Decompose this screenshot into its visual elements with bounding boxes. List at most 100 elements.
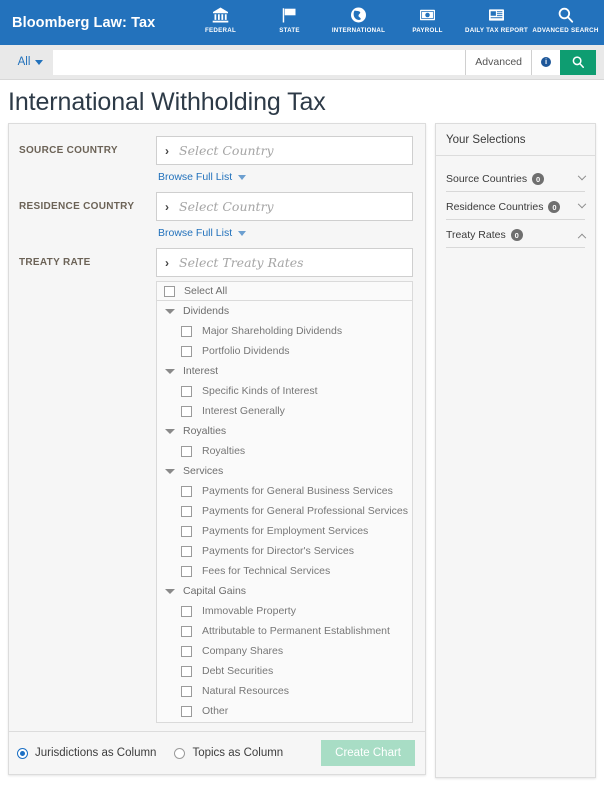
treaty-group-label: Capital Gains [183, 585, 247, 597]
radio-topics-label: Topics as Column [192, 747, 284, 759]
treaty-item-checkbox[interactable] [181, 405, 192, 417]
selection-section[interactable]: Residence Countries 0 [446, 192, 587, 220]
treaty-item-row[interactable]: Other [157, 701, 412, 721]
treaty-group-row[interactable]: Dividends [157, 301, 412, 321]
treaty-item-label: Natural Resources [202, 685, 289, 697]
search-scope-dropdown[interactable]: All [8, 50, 53, 75]
treaty-group-row[interactable]: Services [157, 461, 412, 481]
treaty-item-row[interactable]: Royalties [157, 441, 412, 461]
search-form-panel: SOURCE COUNTRY › Select Country Browse F… [8, 123, 426, 775]
info-icon: i [541, 57, 551, 67]
chevron-down-icon[interactable] [577, 171, 587, 181]
select-all-row[interactable]: Select All [156, 281, 413, 301]
selection-section[interactable]: Treaty Rates 0 [446, 220, 587, 248]
select-all-checkbox[interactable] [164, 285, 175, 297]
caret-down-icon[interactable] [165, 588, 175, 594]
treaty-group-label: Interest [183, 365, 219, 377]
radio-topics-as-column[interactable]: Topics as Column [174, 747, 283, 759]
selection-section[interactable]: Source Countries 0 [446, 164, 587, 192]
treaty-group-row[interactable]: Capital Gains [157, 581, 412, 601]
treaty-item-checkbox[interactable] [181, 665, 192, 677]
caret-down-icon[interactable] [165, 308, 175, 314]
selection-count-badge: 0 [548, 201, 561, 213]
source-country-placeholder: Select Country [179, 143, 274, 158]
globe-icon [349, 4, 368, 25]
treaty-rate-placeholder: Select Treaty Rates [179, 255, 304, 270]
page-title: International Withholding Tax [8, 88, 326, 116]
residence-country-placeholder: Select Country [179, 199, 274, 214]
source-country-label: SOURCE COUNTRY [19, 145, 118, 156]
treaty-item-label: Major Shareholding Dividends [202, 325, 343, 337]
chevron-up-icon[interactable] [577, 233, 587, 243]
treaty-item-checkbox[interactable] [181, 525, 192, 537]
treaty-item-row[interactable]: Debt Securities [157, 661, 412, 681]
treaty-item-row[interactable]: Payments for General Business Services [157, 481, 412, 501]
source-country-browse-link[interactable]: Browse Full List [158, 171, 247, 183]
caret-down-icon[interactable] [165, 368, 175, 374]
nav-item-federal[interactable]: FEDERAL [186, 0, 255, 35]
treaty-item-checkbox[interactable] [181, 685, 192, 697]
treaty-item-row[interactable]: Interest Generally [157, 401, 412, 421]
treaty-group-row[interactable]: Interest [157, 361, 412, 381]
brand-title: Bloomberg Law: Tax [12, 14, 156, 31]
radio-jurisdictions-dot[interactable] [17, 747, 28, 759]
form-area: SOURCE COUNTRY › Select Country Browse F… [9, 124, 425, 731]
caret-down-icon[interactable] [165, 468, 175, 474]
chevron-down-icon [35, 59, 44, 65]
treaty-item-checkbox[interactable] [181, 605, 192, 617]
treaty-item-label: Payments for Employment Services [202, 525, 369, 537]
search-scope-label: All [17, 56, 31, 68]
source-country-field-col: › Select Country Browse Full List [156, 136, 413, 192]
chevron-right-icon: › [165, 255, 169, 270]
advanced-search-link[interactable]: Advanced [465, 49, 531, 75]
treaty-item-checkbox[interactable] [181, 505, 192, 517]
treaty-item-row[interactable]: Natural Resources [157, 681, 412, 701]
treaty-item-checkbox[interactable] [181, 445, 192, 457]
radio-jurisdictions-as-column[interactable]: Jurisdictions as Column [17, 747, 156, 759]
nav-items: FEDERAL STATE INTERNATIONAL PAYROLL DAIL… [186, 0, 604, 45]
treaty-item-row[interactable]: Portfolio Dividends [157, 341, 412, 361]
selection-section-label: Residence Countries [446, 201, 544, 213]
search-input-wrapper[interactable] [53, 49, 466, 75]
treaty-rate-input[interactable]: › Select Treaty Rates [156, 248, 413, 277]
residence-country-input[interactable]: › Select Country [156, 192, 413, 221]
nav-item-advanced-search[interactable]: ADVANCED SEARCH [531, 0, 600, 35]
nav-item-payroll[interactable]: PAYROLL [393, 0, 462, 35]
treaty-item-checkbox[interactable] [181, 345, 192, 357]
treaty-item-row[interactable]: Company Shares [157, 641, 412, 661]
treaty-item-row[interactable]: Payments for Employment Services [157, 521, 412, 541]
chevron-down-icon[interactable] [577, 199, 587, 209]
nav-item-daily-tax-report[interactable]: DAILY TAX REPORT [462, 0, 531, 35]
treaty-item-row[interactable]: Payments for General Professional Servic… [157, 501, 412, 521]
your-selections-body: Source Countries 0 Residence Countries 0 Tre… [436, 156, 595, 248]
treaty-item-label: Immovable Property [202, 605, 296, 617]
nav-item-international[interactable]: INTERNATIONAL [324, 0, 393, 35]
residence-country-browse-link[interactable]: Browse Full List [158, 227, 247, 239]
search-input[interactable] [59, 54, 466, 70]
radio-topics-dot[interactable] [174, 747, 186, 759]
nav-label-state: STATE [279, 27, 300, 34]
source-country-input[interactable]: › Select Country [156, 136, 413, 165]
treaty-item-row[interactable]: Attributable to Permanent Establishment [157, 621, 412, 641]
treaty-item-label: Interest Generally [202, 405, 285, 417]
search-submit-button[interactable] [560, 49, 596, 75]
treaty-item-row[interactable]: Specific Kinds of Interest [157, 381, 412, 401]
treaty-item-row[interactable]: Major Shareholding Dividends [157, 321, 412, 341]
treaty-item-checkbox[interactable] [181, 625, 192, 637]
info-button[interactable]: i [531, 49, 560, 75]
create-chart-button[interactable]: Create Chart [321, 740, 415, 766]
treaty-item-checkbox[interactable] [181, 705, 192, 717]
treaty-item-checkbox[interactable] [181, 485, 192, 497]
treaty-item-checkbox[interactable] [181, 645, 192, 657]
treaty-item-checkbox[interactable] [181, 545, 192, 557]
treaty-item-row[interactable]: Payments for Director's Services [157, 541, 412, 561]
treaty-item-checkbox[interactable] [181, 325, 192, 337]
treaty-item-checkbox[interactable] [181, 385, 192, 397]
nav-item-state[interactable]: STATE [255, 0, 324, 35]
treaty-item-row[interactable]: Fees for Technical Services [157, 561, 412, 581]
treaty-item-row[interactable]: Immovable Property [157, 601, 412, 621]
treaty-group-row[interactable]: Royalties [157, 421, 412, 441]
caret-down-icon[interactable] [165, 428, 175, 434]
treaty-item-checkbox[interactable] [181, 565, 192, 577]
